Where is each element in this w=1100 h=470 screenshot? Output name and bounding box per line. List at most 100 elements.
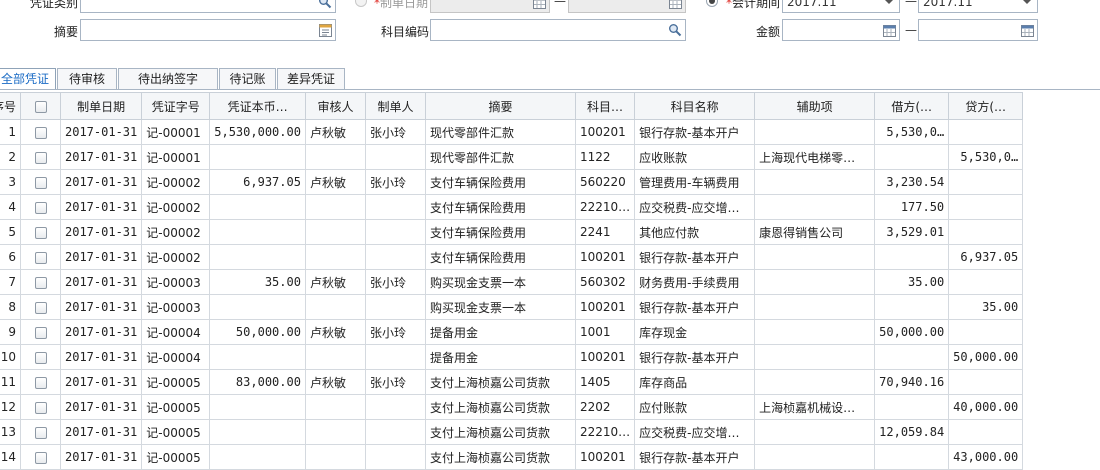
maker-cell[interactable] [364,394,426,420]
maker-cell[interactable] [364,294,426,320]
summary-cell[interactable]: 支付车辆保险费用 [424,169,576,195]
col-header-subject-code[interactable]: 科目… [574,92,636,120]
summary-cell[interactable]: 支付车辆保险费用 [424,244,576,270]
debit-cell[interactable] [874,344,950,370]
col-header-serial[interactable]: 序号 [0,92,21,120]
row-checkbox[interactable] [34,201,47,214]
voucher-type-field[interactable] [80,0,336,13]
auditor-cell[interactable]: 卢秋敏 [304,369,366,395]
subject-name-cell[interactable]: 银行存款-基本开户 [634,119,756,145]
summary-cell[interactable]: 提备用金 [424,344,576,370]
voucher-no-cell[interactable]: 记-00005 [141,419,211,445]
voucher-no-cell[interactable]: 记-00002 [141,244,211,270]
row-checkbox[interactable] [34,276,47,289]
auxiliary-cell[interactable] [754,319,876,345]
col-header-create-date[interactable]: 制单日期 [59,92,143,120]
serial-cell[interactable]: 2 [0,144,21,170]
amount-cell[interactable] [209,394,306,420]
maker-cell[interactable] [364,219,426,245]
auditor-cell[interactable] [304,419,366,445]
voucher-no-cell[interactable]: 记-00001 [141,144,211,170]
maker-cell[interactable]: 张小玲 [364,319,426,345]
auxiliary-cell[interactable] [754,369,876,395]
auditor-cell[interactable]: 卢秋敏 [304,319,366,345]
maker-cell[interactable]: 张小玲 [364,269,426,295]
auditor-cell[interactable] [304,244,366,270]
debit-cell[interactable] [874,444,950,470]
summary-cell[interactable]: 提备用金 [424,319,576,345]
row-checkbox[interactable] [34,251,47,264]
subject-name-cell[interactable]: 其他应付款 [634,219,756,245]
table-row[interactable]: 11 2017-01-31 记-00005 83,000.00 卢秋敏 张小玲 支付上海桢嘉… [0,369,1024,395]
calendar-icon[interactable] [531,0,547,10]
amount-cell[interactable] [209,294,306,320]
create-date-radio[interactable] [355,0,367,7]
serial-cell[interactable]: 12 [0,394,21,420]
subject-code-cell[interactable]: 2241 [574,219,636,245]
select-cell[interactable] [20,294,61,320]
select-cell[interactable] [20,419,61,445]
table-row[interactable]: 3 2017-01-31 记-00002 6,937.05 卢秋敏 张小玲 支付车辆保险费用… [0,169,1024,195]
credit-cell[interactable] [948,194,1024,220]
subject-name-cell[interactable]: 管理费用-车辆费用 [634,169,756,195]
amount-cell[interactable] [209,244,306,270]
maker-cell[interactable]: 张小玲 [364,369,426,395]
create-date-cell[interactable]: 2017-01-31 [59,269,143,295]
col-header-select[interactable] [20,92,61,120]
credit-cell[interactable] [948,269,1024,295]
debit-cell[interactable]: 12,059.84 [874,419,950,445]
create-date-cell[interactable]: 2017-01-31 [59,144,143,170]
credit-cell[interactable] [948,119,1024,145]
magnifier-icon[interactable] [667,22,683,38]
summary-field[interactable] [80,19,336,41]
period-to-select[interactable]: 2017.11 [918,0,1038,13]
create-date-cell[interactable]: 2017-01-31 [59,169,143,195]
subject-code-cell[interactable]: 1405 [574,369,636,395]
serial-cell[interactable]: 5 [0,219,21,245]
auxiliary-cell[interactable]: 康恩得销售公司 [754,219,876,245]
subject-name-cell[interactable]: 应交税费-应交增… [634,194,756,220]
amount-cell[interactable] [209,219,306,245]
auditor-cell[interactable]: 卢秋敏 [304,269,366,295]
create-date-cell[interactable]: 2017-01-31 [59,119,143,145]
create-date-cell[interactable]: 2017-01-31 [59,394,143,420]
subject-code-cell[interactable]: 560302 [574,269,636,295]
calendar-icon[interactable] [667,0,683,10]
serial-cell[interactable]: 14 [0,444,21,470]
summary-cell[interactable]: 购买现金支票一本 [424,269,576,295]
col-header-amount[interactable]: 凭证本币… [209,92,306,120]
subject-name-cell[interactable]: 银行存款-基本开户 [634,444,756,470]
amount-cell[interactable]: 35.00 [209,269,306,295]
table-row[interactable]: 1 2017-01-31 记-00001 5,530,000.00 卢秋敏 张小玲 现代零部… [0,119,1024,145]
calendar-icon[interactable] [1019,22,1035,38]
magnifier-icon[interactable] [317,0,333,10]
serial-cell[interactable]: 1 [0,119,21,145]
amount-cell[interactable] [209,419,306,445]
tab-all-vouchers[interactable]: 全部凭证 [0,68,56,90]
subject-code-cell[interactable]: 22210… [574,419,636,445]
create-date-cell[interactable]: 2017-01-31 [59,444,143,470]
create-date-cell[interactable]: 2017-01-31 [59,369,143,395]
auxiliary-cell[interactable]: 上海现代电梯零… [754,144,876,170]
select-cell[interactable] [20,394,61,420]
maker-cell[interactable]: 张小玲 [364,169,426,195]
credit-cell[interactable]: 6,937.05 [948,244,1024,270]
subject-code-cell[interactable]: 100201 [574,119,636,145]
select-all-checkbox[interactable] [34,100,47,113]
summary-cell[interactable]: 购买现金支票一本 [424,294,576,320]
auditor-cell[interactable] [304,444,366,470]
tab-pending-posting[interactable]: 待记账 [219,68,276,90]
summary-cell[interactable]: 支付上海桢嘉公司货款 [424,419,576,445]
maker-cell[interactable] [364,444,426,470]
col-header-summary[interactable]: 摘要 [424,92,576,120]
create-date-cell[interactable]: 2017-01-31 [59,219,143,245]
auxiliary-cell[interactable] [754,194,876,220]
auditor-cell[interactable] [304,194,366,220]
subject-name-cell[interactable]: 应收账款 [634,144,756,170]
calendar-icon[interactable] [881,22,897,38]
table-row[interactable]: 13 2017-01-31 记-00005 支付上海桢嘉公司货款 22210… 应交税费-… [0,419,1024,445]
credit-cell[interactable] [948,219,1024,245]
amount-cell[interactable]: 6,937.05 [209,169,306,195]
row-checkbox[interactable] [34,226,47,239]
subject-code-field[interactable] [430,19,686,41]
